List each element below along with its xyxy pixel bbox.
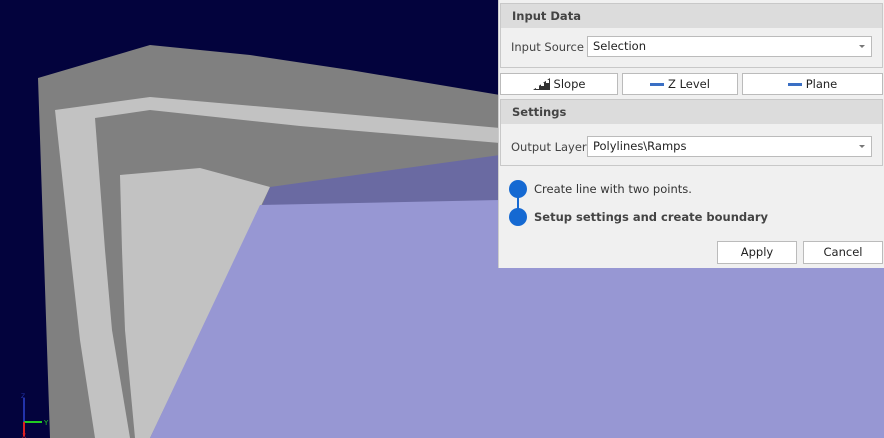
- output-layer-dropdown[interactable]: Polylines\Ramps: [587, 136, 872, 157]
- step-1-label: Create line with two points.: [534, 182, 692, 196]
- cancel-button[interactable]: Cancel: [803, 241, 883, 264]
- z-level-button[interactable]: Z Level: [622, 73, 738, 95]
- output-layer-value: Polylines\Ramps: [593, 139, 687, 153]
- plane-label: Plane: [805, 77, 838, 91]
- line-icon: [787, 82, 802, 86]
- plane-button[interactable]: Plane: [742, 73, 883, 95]
- slope-icon: [532, 78, 550, 90]
- chevron-down-icon: [859, 45, 865, 48]
- apply-button[interactable]: Apply: [717, 241, 797, 264]
- svg-text:X: X: [22, 433, 26, 438]
- svg-text:Y: Y: [43, 419, 49, 427]
- input-data-group: Input Data Input Source Selection: [500, 3, 883, 68]
- chevron-down-icon: [859, 145, 865, 148]
- settings-header: Settings: [501, 100, 882, 124]
- svg-text:Z: Z: [21, 393, 25, 400]
- step-1: Create line with two points.: [509, 180, 692, 198]
- line-icon: [650, 82, 665, 86]
- slope-button[interactable]: Slope: [500, 73, 618, 95]
- slope-label: Slope: [553, 77, 586, 91]
- input-source-label: Input Source: [511, 39, 584, 54]
- output-layer-label: Output Layer: [511, 139, 587, 154]
- input-data-header: Input Data: [501, 4, 882, 28]
- step-2-label: Setup settings and create boundary: [534, 210, 769, 224]
- input-source-value: Selection: [593, 39, 646, 53]
- step-2: Setup settings and create boundary: [509, 208, 768, 226]
- axis-triad: Y Z X: [21, 393, 49, 438]
- settings-group: Settings Output Layer Polylines\Ramps: [500, 99, 883, 166]
- step-dot-icon: [509, 180, 527, 198]
- step-dot-icon: [509, 208, 527, 226]
- z-level-label: Z Level: [668, 77, 710, 91]
- ramp-tool-panel: Input Data Input Source Selection Slope …: [498, 0, 884, 268]
- input-source-dropdown[interactable]: Selection: [587, 36, 872, 57]
